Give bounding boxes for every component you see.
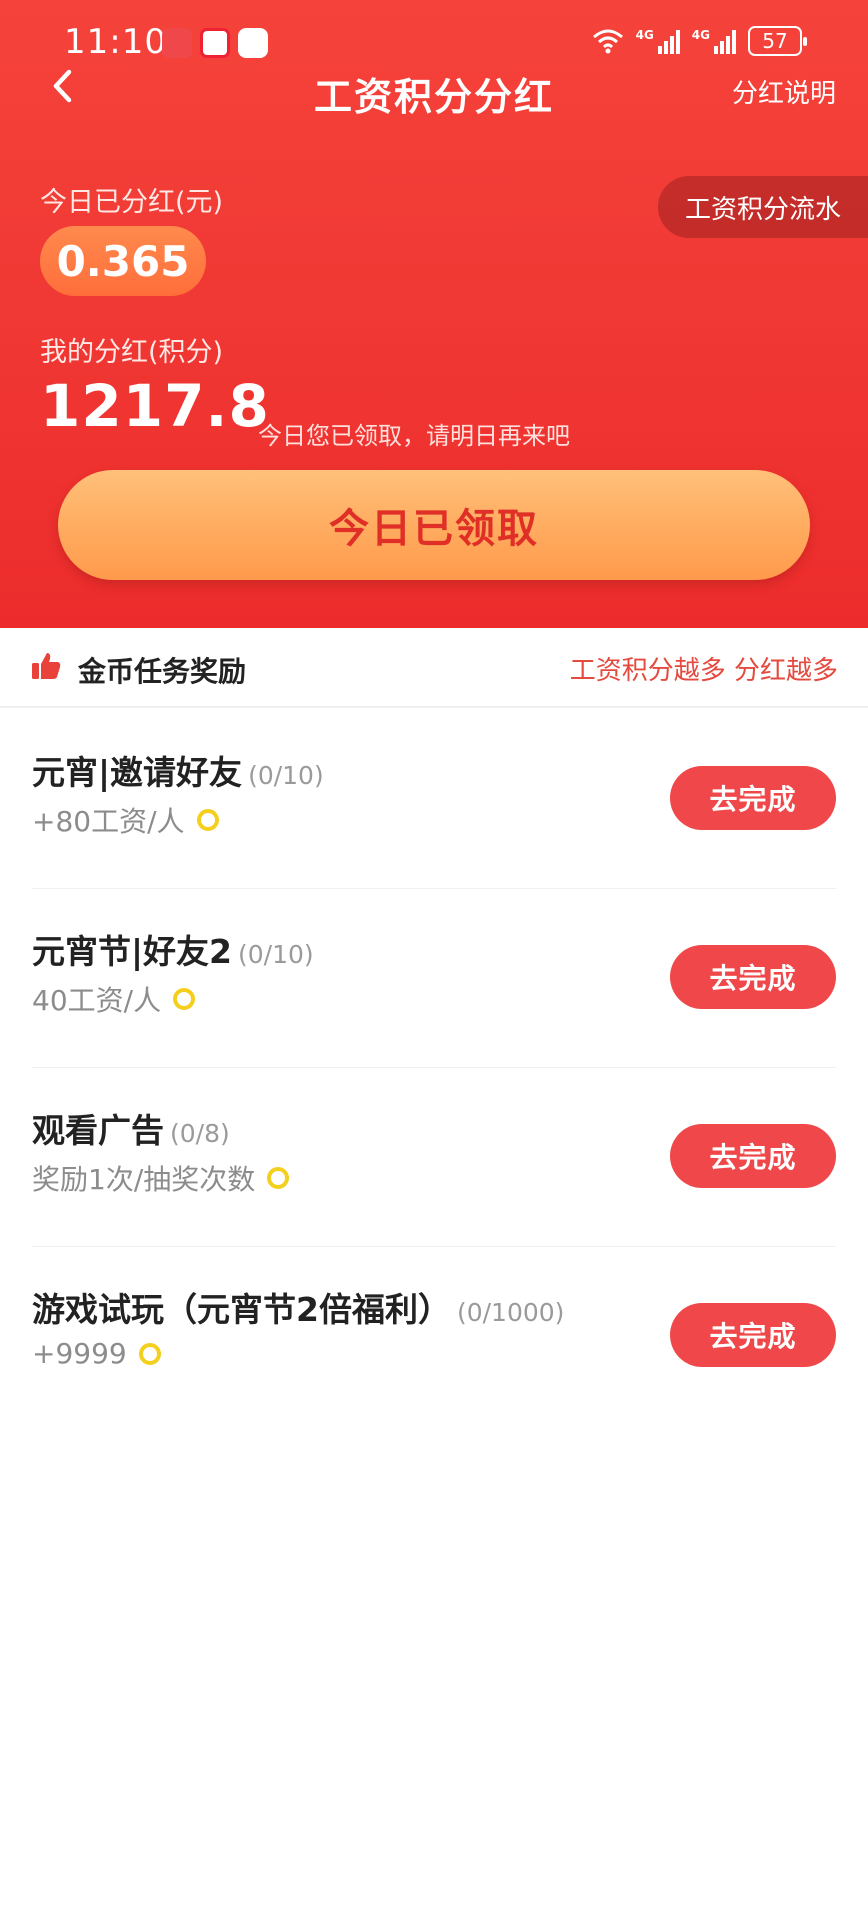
- signal-icon-2: 4G: [692, 28, 736, 54]
- battery-icon: 57: [748, 26, 807, 56]
- coin-icon: [267, 1167, 290, 1189]
- today-dividend-label: 今日已分红(元): [40, 187, 224, 218]
- task-name: 元宵节|好友2: [32, 932, 233, 971]
- section-title: 金币任务奖励: [78, 655, 247, 688]
- task-name: 元宵|邀请好友: [32, 753, 243, 792]
- points-flow-button[interactable]: 工资积分流水: [658, 176, 868, 238]
- wifi-icon: [592, 29, 623, 54]
- task-name: 观看广告: [32, 1111, 164, 1150]
- task-list: 元宵|邀请好友 (0/10) +80工资/人 去完成 元宵节|好友2 (0/10) …: [0, 710, 868, 1426]
- claimed-hint: 今日您已领取，请明日再来吧: [258, 422, 570, 450]
- task-item: 观看广告 (0/8) 奖励1次/抽奖次数 去完成: [32, 1068, 836, 1247]
- game-app-icon: [200, 28, 230, 58]
- section-slogan: 工资积分越多 分红越多: [569, 656, 838, 686]
- nav-bar: 工资积分分红 分红说明: [0, 60, 868, 120]
- status-indicators: 4G 4G 57: [592, 26, 807, 56]
- coin-icon: [138, 1342, 161, 1365]
- task-name: 游戏试玩（元宵节2倍福利）: [32, 1290, 451, 1329]
- status-time: 11:10: [64, 22, 167, 62]
- task-reward: 奖励1次/抽奖次数: [32, 1163, 256, 1196]
- claim-button[interactable]: 今日已领取: [58, 470, 810, 580]
- task-item: 游戏试玩（元宵节2倍福利） (0/1000) +9999 去完成: [32, 1247, 836, 1426]
- huawei-app-icon: [162, 28, 192, 58]
- today-dividend-value: 0.365: [40, 226, 206, 296]
- header-banner: 11:10 4G 4G 57 工资积分分红 分红说明 工资积分流水 今日已分红(…: [0, 0, 868, 628]
- dividend-info-link[interactable]: 分红说明: [732, 73, 836, 110]
- thumbs-up-icon: [32, 653, 61, 679]
- task-reward: +80工资/人: [32, 805, 185, 838]
- task-item: 元宵|邀请好友 (0/10) +80工资/人 去完成: [32, 710, 836, 889]
- task-progress: (0/10): [238, 940, 314, 969]
- task-reward: +9999: [32, 1337, 127, 1370]
- task-progress: (0/1000): [456, 1298, 565, 1327]
- task-progress: (0/10): [248, 761, 324, 790]
- battery-level: 57: [762, 29, 788, 53]
- go-complete-button[interactable]: 去完成: [670, 945, 836, 1009]
- coin-icon: [196, 809, 219, 831]
- go-complete-button[interactable]: 去完成: [670, 766, 836, 830]
- go-complete-button[interactable]: 去完成: [670, 1124, 836, 1188]
- my-dividend-label: 我的分红(积分): [40, 337, 224, 368]
- task-item: 元宵节|好友2 (0/10) 40工资/人 去完成: [32, 889, 836, 1068]
- refresh-app-icon: [238, 28, 268, 58]
- notification-icons: [162, 28, 268, 58]
- task-section-header: 金币任务奖励 工资积分越多 分红越多: [0, 628, 868, 708]
- my-dividend-value: 1217.8: [40, 372, 270, 440]
- signal-icon-1: 4G: [636, 28, 680, 54]
- go-complete-button[interactable]: 去完成: [670, 1303, 836, 1367]
- task-progress: (0/8): [170, 1119, 230, 1148]
- coin-icon: [173, 988, 196, 1010]
- task-reward: 40工资/人: [32, 984, 162, 1017]
